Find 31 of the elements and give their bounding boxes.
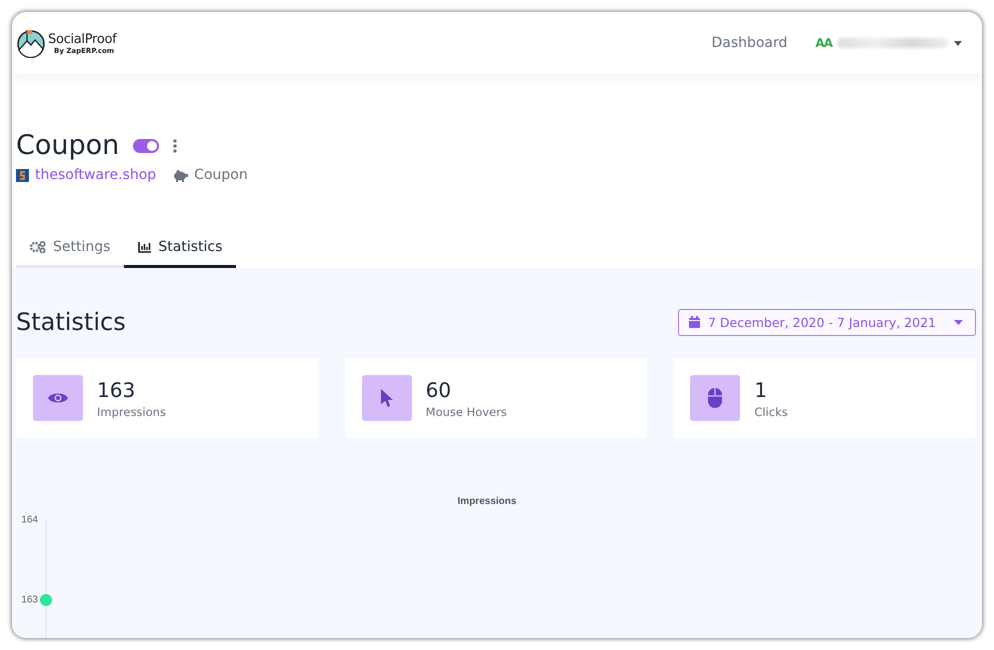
stat-value: 60 (426, 378, 452, 402)
more-vertical-icon[interactable] (173, 138, 178, 152)
stat-label: Clicks (754, 404, 788, 418)
toggle-switch[interactable] (133, 138, 160, 152)
calendar-icon (688, 316, 700, 328)
chart-title: Impressions (458, 496, 516, 507)
section-heading: Statistics (16, 308, 126, 336)
caret-icon (954, 320, 963, 324)
stat-value: 1 (754, 378, 768, 402)
date-range-picker[interactable]: 7 December, 2020 - 7 January, 2021 (678, 308, 976, 336)
stat-label: Mouse Hovers (426, 404, 507, 418)
y-tick-label: 163 (21, 594, 38, 606)
mouse-icon (708, 388, 722, 408)
site-favicon-icon (16, 168, 29, 182)
gears-icon (30, 241, 46, 253)
site-link[interactable]: thesoftware.shop (35, 167, 156, 183)
piggy-bank-icon (172, 168, 188, 182)
stat-label: Impressions (97, 404, 166, 418)
caret-icon[interactable] (954, 40, 962, 46)
bar-chart-icon (138, 242, 152, 252)
logo-title: SocialProof (48, 32, 116, 46)
eye-icon (48, 391, 68, 405)
stat-value: 163 (97, 378, 136, 402)
mountain-logo-icon (16, 28, 46, 58)
nav-link[interactable]: Dashboard (711, 35, 788, 51)
data-point (40, 594, 52, 606)
y-tick-label: 164 (21, 514, 38, 526)
user-initials: AA (815, 36, 832, 50)
campaign-type: Coupon (194, 167, 248, 183)
cursor-icon (380, 389, 393, 407)
page-title: Coupon (16, 130, 120, 161)
